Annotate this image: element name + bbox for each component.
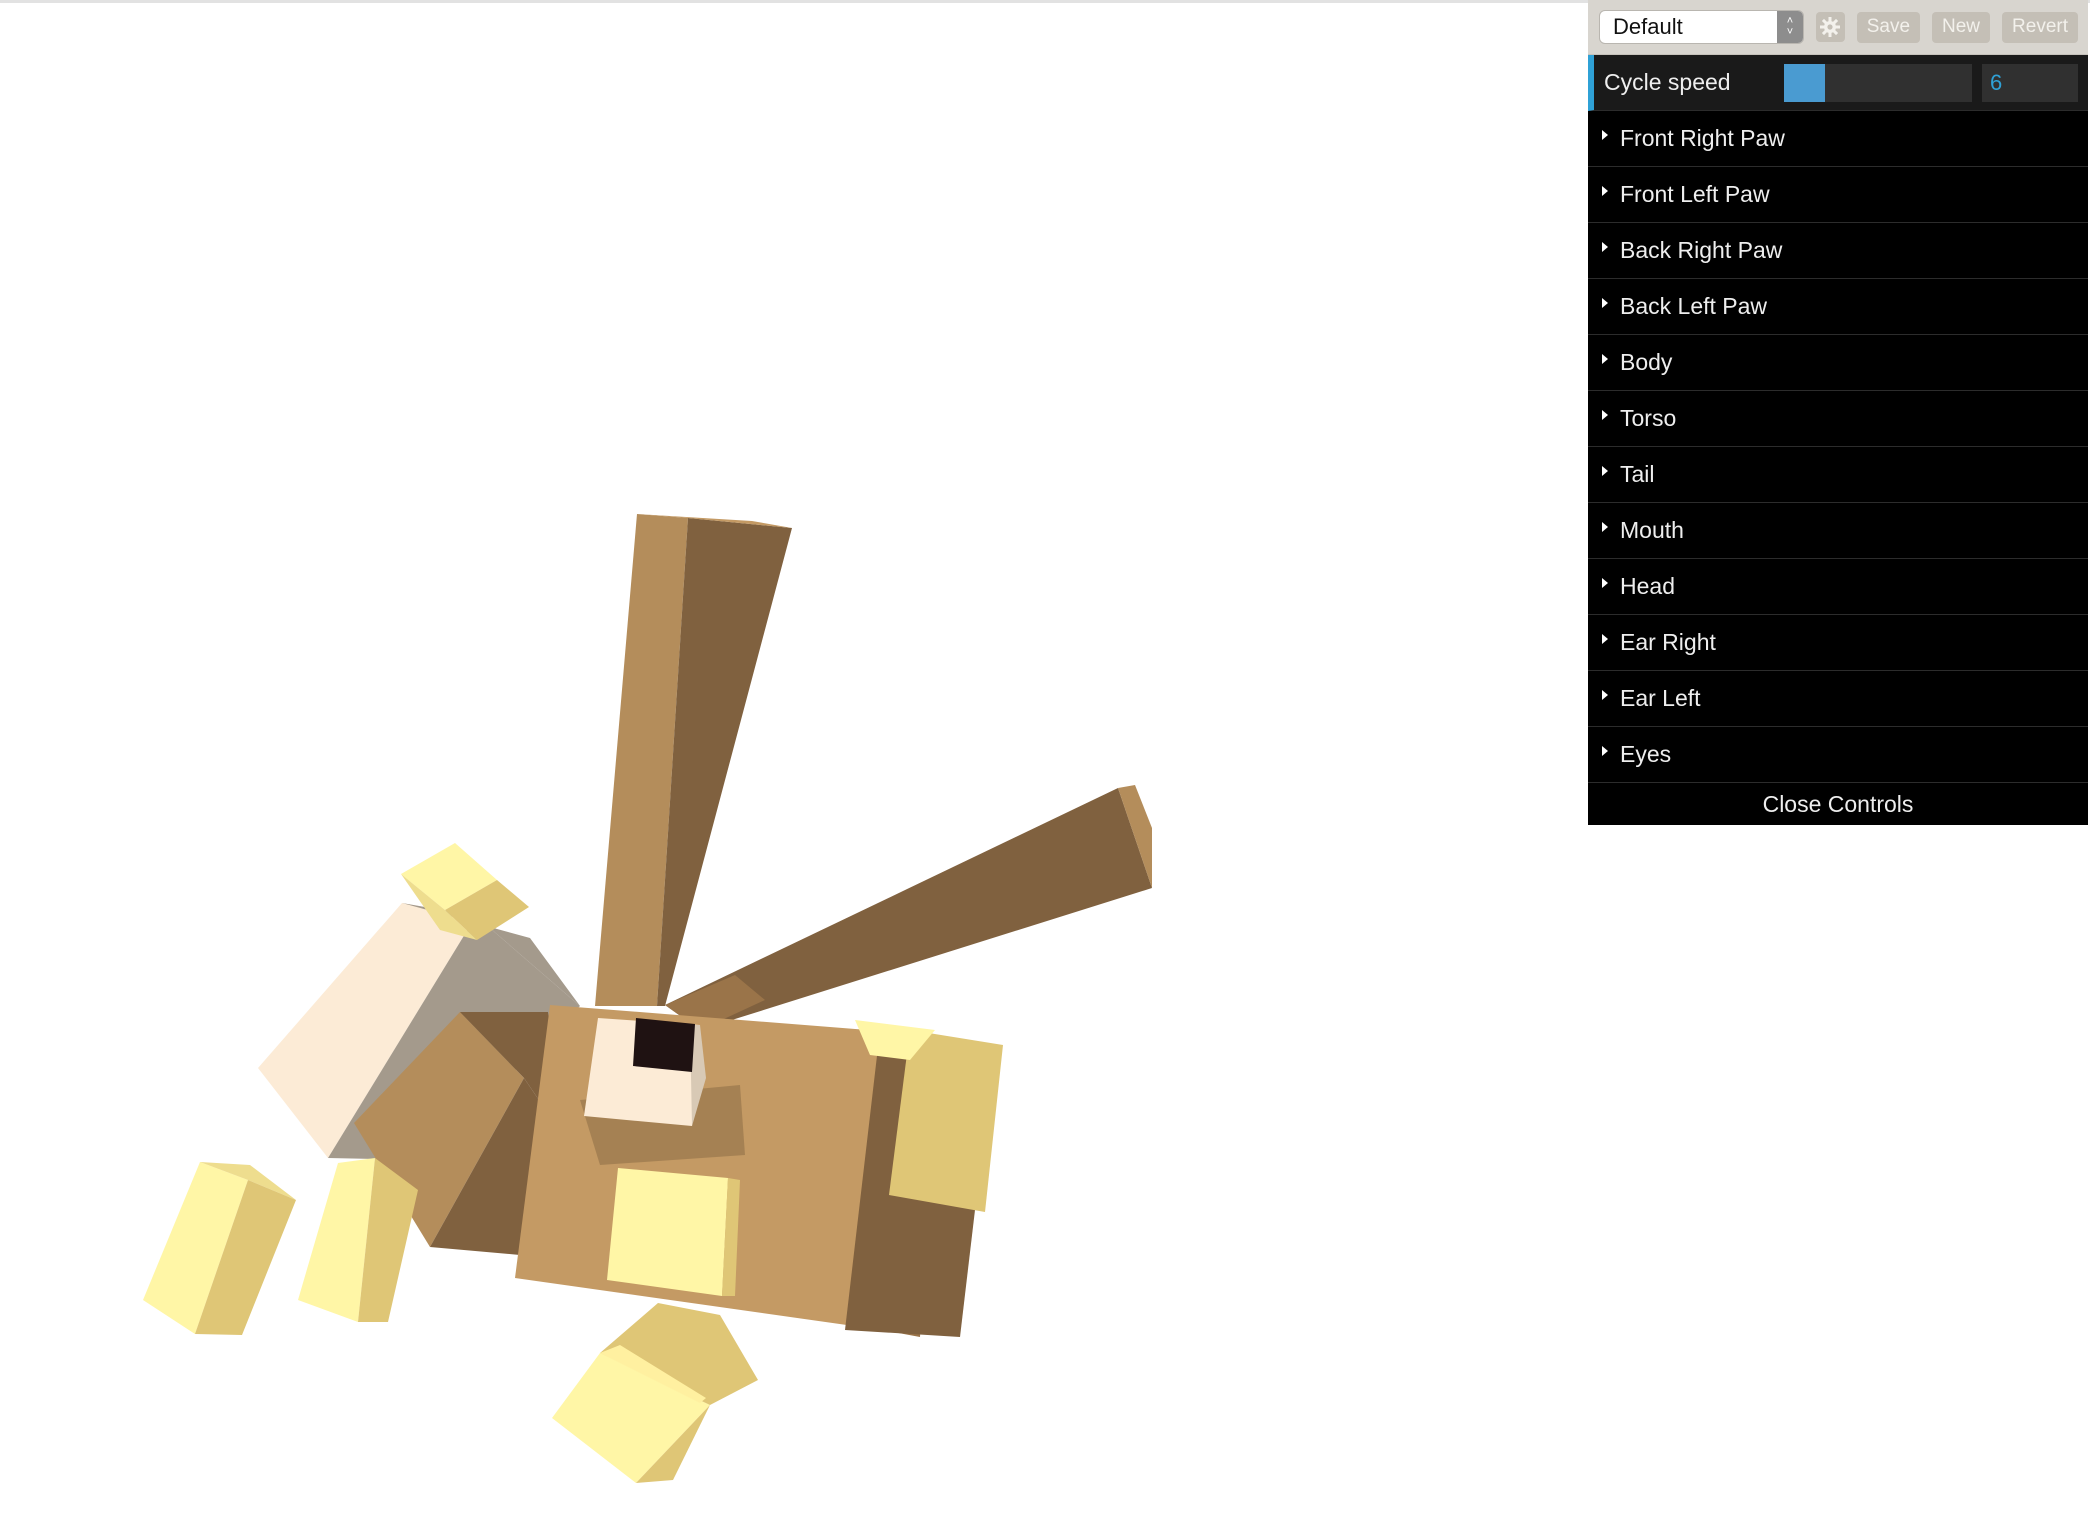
folder-label: Ear Left (1620, 685, 1701, 711)
folder-ear-right[interactable]: Ear Right (1588, 615, 2088, 671)
caret-right-icon (1602, 297, 1608, 308)
caret-right-icon (1602, 745, 1608, 756)
save-button[interactable]: Save (1856, 11, 1921, 43)
folder-back-left-paw[interactable]: Back Left Paw (1588, 279, 2088, 335)
folder-back-right-paw[interactable]: Back Right Paw (1588, 223, 2088, 279)
preset-toolbar: Default ˄ ˅ Save New Revert (1588, 0, 2088, 55)
gear-icon (1820, 17, 1841, 37)
revert-button[interactable]: Revert (2002, 11, 2078, 43)
folder-label: Ear Right (1620, 629, 1716, 655)
back-right-paw (143, 1162, 296, 1335)
new-button[interactable]: New (1932, 11, 1991, 43)
folder-label: Eyes (1620, 741, 1672, 767)
cycle-speed-input[interactable]: 6 (1982, 63, 2078, 102)
folder-ear-left[interactable]: Ear Left (1588, 671, 2088, 727)
ear-left (595, 514, 792, 1006)
folder-label: Back Right Paw (1620, 237, 1783, 263)
caret-right-icon (1602, 465, 1608, 476)
close-controls-button[interactable]: Close Controls (1588, 783, 2088, 825)
folder-label: Torso (1620, 405, 1677, 431)
preset-select[interactable]: Default ˄ ˅ (1599, 10, 1804, 44)
caret-right-icon (1602, 521, 1608, 532)
caret-right-icon (1602, 129, 1608, 140)
folder-label: Back Left Paw (1620, 293, 1768, 319)
3d-viewport[interactable] (0, 0, 1588, 1536)
voxel-creature-model (143, 514, 1152, 1483)
folder-label: Front Right Paw (1620, 125, 1785, 151)
caret-right-icon (1602, 353, 1608, 364)
settings-button[interactable] (1815, 12, 1845, 42)
front-right-paw (552, 1303, 758, 1483)
folder-torso[interactable]: Torso (1588, 391, 2088, 447)
eye (584, 1018, 706, 1126)
folder-label: Mouth (1620, 517, 1684, 543)
folder-label: Head (1620, 573, 1675, 599)
mouth-block (607, 1168, 740, 1296)
folder-label: Front Left Paw (1620, 181, 1770, 207)
folder-mouth[interactable]: Mouth (1588, 503, 2088, 559)
folder-tail[interactable]: Tail (1588, 447, 2088, 503)
caret-right-icon (1602, 409, 1608, 420)
cycle-speed-label: Cycle speed (1604, 69, 1731, 95)
folder-front-left-paw[interactable]: Front Left Paw (1588, 167, 2088, 223)
folder-front-right-paw[interactable]: Front Right Paw (1588, 111, 2088, 167)
caret-right-icon (1602, 577, 1608, 588)
caret-right-icon (1602, 185, 1608, 196)
caret-right-icon (1602, 689, 1608, 700)
caret-right-icon (1602, 633, 1608, 644)
cycle-speed-slider[interactable] (1784, 63, 1972, 102)
folder-label: Tail (1620, 461, 1655, 487)
controls-panel: Default ˄ ˅ Save New Revert Cycle speed … (1588, 0, 2088, 825)
preset-selected-value: Default (1613, 14, 1683, 39)
up-down-chevron-icon: ˄ ˅ (1776, 11, 1803, 43)
folder-eyes[interactable]: Eyes (1588, 727, 2088, 783)
folder-label: Body (1620, 349, 1673, 375)
folder-head[interactable]: Head (1588, 559, 2088, 615)
back-left-paw (298, 1158, 418, 1322)
caret-right-icon (1602, 241, 1608, 252)
controls-list: Cycle speed 6 Front Right Paw Front Left … (1588, 55, 2088, 825)
folder-list: Front Right Paw Front Left Paw Back Right … (1588, 111, 2088, 783)
ear-right (665, 785, 1152, 1030)
folder-body[interactable]: Body (1588, 335, 2088, 391)
cycle-speed-control: Cycle speed 6 (1588, 55, 2088, 111)
cycle-speed-slider-fill (1784, 63, 1826, 102)
